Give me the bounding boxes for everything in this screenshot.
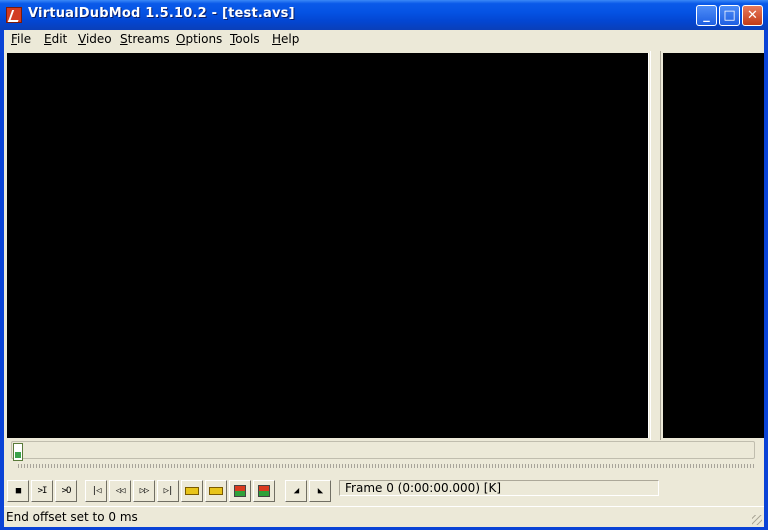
key-prev-icon [185, 487, 199, 495]
step-forward-button[interactable]: ▷▷ [133, 480, 155, 502]
play-input-icon: >I [37, 486, 48, 496]
step-back-button[interactable]: ◁◁ [109, 480, 131, 502]
menu-file[interactable]: File [11, 32, 31, 46]
menu-edit[interactable]: Edit [44, 32, 67, 46]
position-slider-track[interactable] [11, 441, 755, 459]
step-back-icon: ◁◁ [115, 486, 126, 496]
resize-grip-icon[interactable] [752, 515, 762, 525]
go-end-button[interactable]: ▷| [157, 480, 179, 502]
window-title: VirtualDubMod 1.5.10.2 - [test.avs] [28, 6, 295, 21]
input-video-pane[interactable] [7, 53, 649, 438]
menu-options[interactable]: Options [176, 32, 222, 46]
frame-indicator: Frame 0 (0:00:00.000) [K] [339, 480, 659, 496]
title-bar[interactable]: VirtualDubMod 1.5.10.2 - [test.avs] _ □ … [0, 0, 768, 30]
position-slider-thumb[interactable] [13, 443, 23, 461]
menu-tools[interactable]: Tools [230, 32, 260, 46]
mark-out-icon: ◣ [317, 486, 324, 496]
play-output-icon: >O [61, 486, 72, 496]
app-logo-icon[interactable] [6, 7, 22, 23]
stop-icon: ■ [15, 486, 22, 496]
maximize-button[interactable]: □ [719, 5, 740, 26]
play-output-button[interactable]: >O [55, 480, 77, 502]
next-keyframe-button[interactable] [205, 480, 227, 502]
go-start-icon: |◁ [91, 486, 102, 496]
status-bar: End offset set to 0 ms [4, 506, 764, 527]
stop-button[interactable]: ■ [7, 480, 29, 502]
menu-bar: File Edit Video Streams Options Tools He… [4, 30, 764, 49]
scene-next-icon [258, 485, 270, 497]
go-end-icon: ▷| [163, 486, 174, 496]
menu-help[interactable]: Help [272, 32, 299, 46]
position-slider-ticks [18, 464, 754, 468]
prev-keyframe-button[interactable] [181, 480, 203, 502]
menu-streams[interactable]: Streams [120, 32, 170, 46]
prev-scene-button[interactable] [229, 480, 251, 502]
output-video-pane[interactable] [663, 53, 764, 438]
play-input-button[interactable]: >I [31, 480, 53, 502]
client-area: File Edit Video Streams Options Tools He… [4, 30, 764, 527]
next-scene-button[interactable] [253, 480, 275, 502]
menu-video[interactable]: Video [78, 32, 112, 46]
key-next-icon [209, 487, 223, 495]
status-text: End offset set to 0 ms [6, 510, 138, 524]
minimize-button[interactable]: _ [696, 5, 717, 26]
mark-in-icon: ◢ [293, 486, 300, 496]
close-button[interactable]: ✕ [742, 5, 763, 26]
playback-toolbar: ■ >I >O |◁ ◁◁ ▷▷ ▷| ◢ ◣ Frame 0 (0:00:00… [4, 478, 764, 506]
step-forward-icon: ▷▷ [139, 486, 150, 496]
mark-out-button[interactable]: ◣ [309, 480, 331, 502]
mark-in-button[interactable]: ◢ [285, 480, 307, 502]
scene-prev-icon [234, 485, 246, 497]
go-start-button[interactable]: |◁ [85, 480, 107, 502]
app-window: VirtualDubMod 1.5.10.2 - [test.avs] _ □ … [0, 0, 768, 530]
pane-splitter[interactable] [650, 51, 661, 440]
